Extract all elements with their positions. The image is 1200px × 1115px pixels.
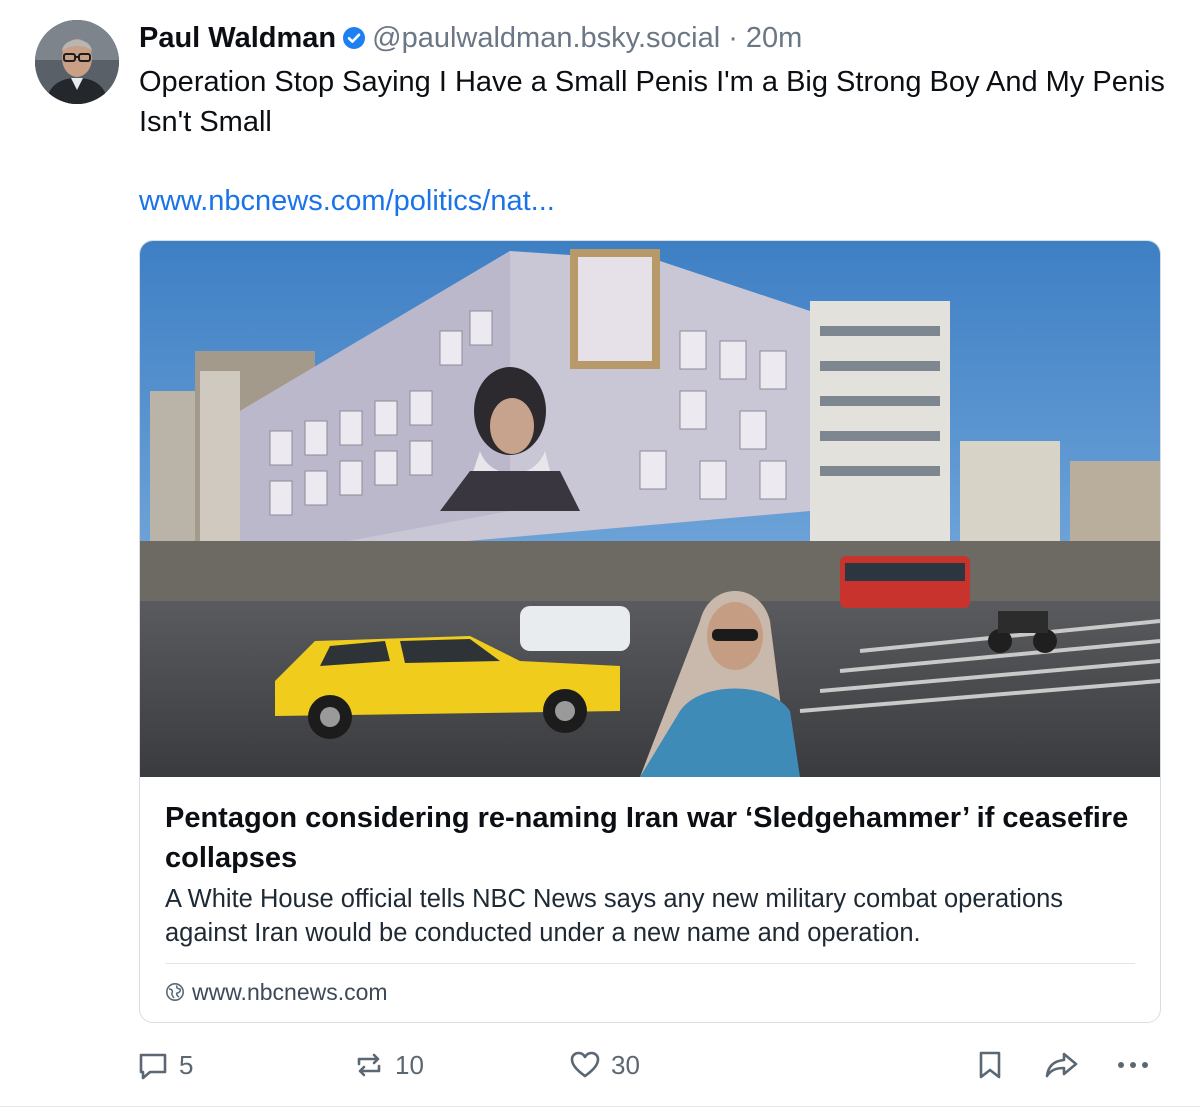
reply-button[interactable]: 5 (137, 1044, 193, 1086)
bookmark-icon (979, 1051, 1001, 1079)
heart-icon (570, 1051, 600, 1078)
verified-badge-icon (343, 27, 366, 49)
repost-count: 10 (395, 1049, 424, 1080)
post-link[interactable]: www.nbcnews.com/politics/nat... (139, 181, 555, 221)
article-domain-text: www.nbcnews.com (192, 978, 388, 1005)
avatar-image (35, 20, 119, 104)
repost-arrows-icon (357, 1053, 381, 1077)
globe-icon (166, 983, 184, 1001)
ellipsis-icon (1118, 1062, 1148, 1068)
author-display-name[interactable]: Paul Waldman (139, 22, 336, 55)
article-description: A White House official tells NBC News sa… (165, 885, 1064, 947)
avatar[interactable] (35, 20, 119, 104)
like-button[interactable]: 30 (569, 1044, 640, 1086)
bookmark-button[interactable] (974, 1044, 1016, 1086)
post-bottom-divider (0, 1106, 1200, 1107)
post: Paul Waldman @paulwaldman.bsky.social · … (0, 0, 1200, 1115)
more-options-button[interactable] (1116, 1044, 1160, 1086)
share-button[interactable] (1044, 1044, 1090, 1086)
share-arrow-icon (1045, 1052, 1078, 1078)
separator-dot: · (728, 21, 738, 54)
reply-count: 5 (179, 1049, 194, 1080)
card-divider (165, 963, 1135, 964)
link-preview-card[interactable]: Pentagon considering re-naming Iran war … (139, 240, 1161, 1023)
speech-bubble-icon (139, 1053, 167, 1080)
post-actions-bar: 5 10 30 (0, 1040, 1200, 1090)
author-handle[interactable]: @paulwaldman.bsky.social (372, 22, 720, 55)
like-count: 30 (611, 1049, 640, 1080)
article-title[interactable]: Pentagon considering re-naming Iran war … (165, 798, 1135, 878)
post-text: Operation Stop Saying I Have a Small Pen… (139, 66, 1165, 138)
article-domain: www.nbcnews.com (165, 977, 388, 1007)
repost-button[interactable]: 10 (353, 1044, 424, 1086)
article-thumbnail-image (140, 241, 1160, 777)
post-timestamp[interactable]: 20m (746, 22, 802, 55)
post-header: Paul Waldman @paulwaldman.bsky.social · … (139, 18, 802, 58)
